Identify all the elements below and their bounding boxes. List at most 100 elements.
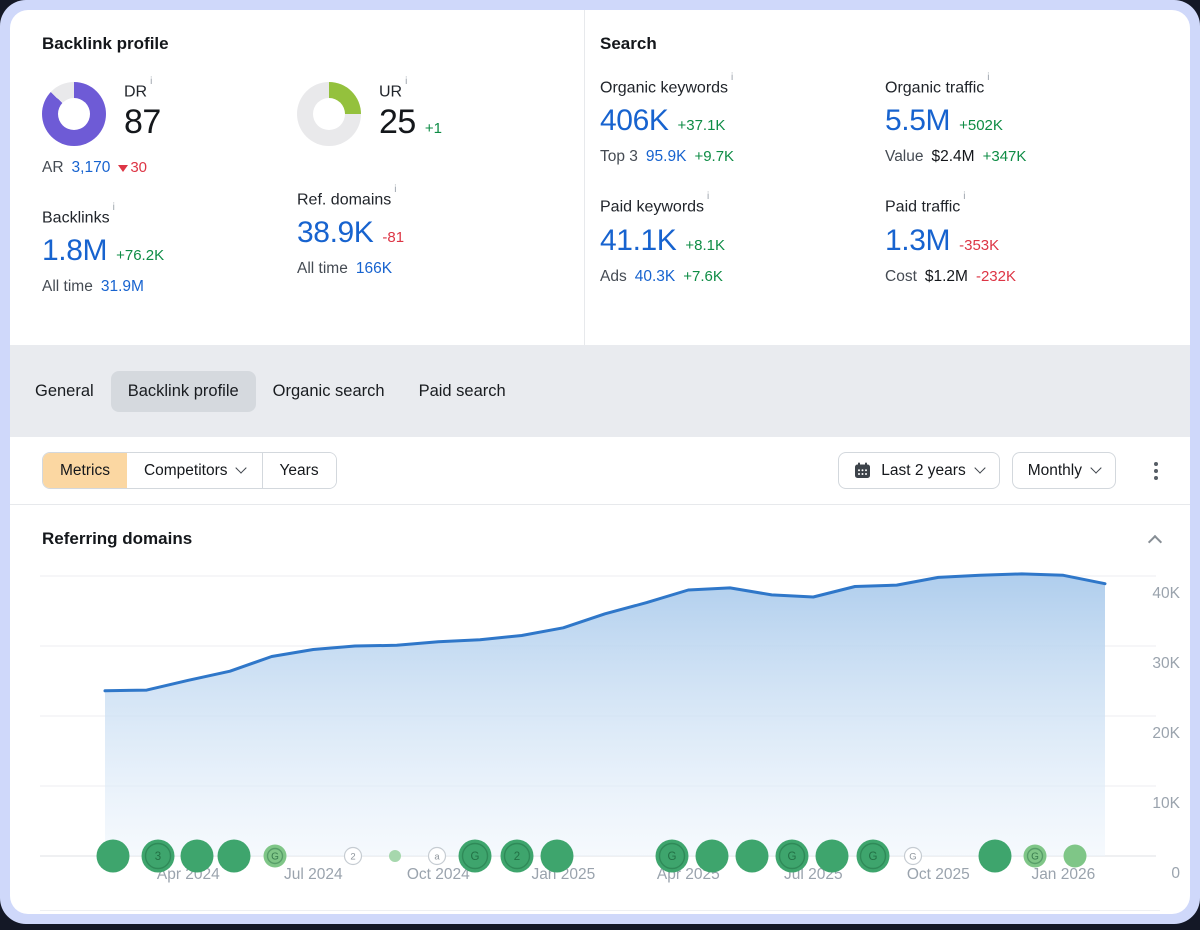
- page-frame: Backlink profile DRi 87 AR 3,170 30: [0, 0, 1200, 924]
- svg-text:Jan 2026: Jan 2026: [1031, 866, 1095, 883]
- svg-text:G: G: [788, 851, 797, 863]
- organic-traffic-stat: Organic traffici 5.5M +502K Value $2.4M …: [885, 78, 1190, 166]
- svg-text:G: G: [1031, 852, 1039, 863]
- svg-text:20K: 20K: [1152, 725, 1180, 742]
- search-section: Search Organic keywordsi 406K +37.1K Top…: [585, 10, 1190, 345]
- paid-keywords-delta: +8.1K: [685, 237, 725, 254]
- ref-domains-value-link[interactable]: 38.9K: [297, 216, 373, 250]
- ads-delta: +7.6K: [683, 268, 723, 285]
- info-icon: i: [987, 72, 989, 83]
- svg-text:G: G: [668, 851, 677, 863]
- tab-general[interactable]: General: [18, 371, 111, 412]
- top3-delta: +9.7K: [694, 148, 734, 165]
- svg-text:G: G: [869, 851, 878, 863]
- svg-text:Oct 2025: Oct 2025: [907, 866, 970, 883]
- backlinks-stat: Backlinksi 1.8M +76.2K All time 31.9M: [42, 208, 297, 296]
- paid-keywords-label: Paid keywordsi: [600, 197, 885, 216]
- view-segmented-control: Metrics Competitors Years: [42, 452, 337, 489]
- svg-text:3: 3: [155, 851, 161, 863]
- svg-text:10K: 10K: [1152, 795, 1180, 812]
- dr-donut: [42, 82, 106, 146]
- ur-delta: +1: [425, 120, 442, 137]
- backlinks-label: Backlinksi: [42, 208, 297, 227]
- backlink-profile-section: Backlink profile DRi 87 AR 3,170 30: [10, 10, 585, 345]
- chevron-down-icon: [1090, 462, 1101, 473]
- panel-divider: [40, 910, 1160, 911]
- ar-value-link[interactable]: 3,170: [72, 159, 111, 177]
- segment-metrics[interactable]: Metrics: [43, 453, 127, 488]
- ref-domains-stat: Ref. domainsi 38.9K -81 All time 166K: [297, 190, 584, 278]
- organic-traffic-delta: +502K: [959, 117, 1003, 134]
- backlinks-value-link[interactable]: 1.8M: [42, 234, 107, 268]
- ref-domains-alltime-label: All time: [297, 260, 348, 278]
- ar-delta: 30: [118, 159, 147, 176]
- organic-traffic-label: Organic traffici: [885, 78, 1190, 97]
- top3-value-link[interactable]: 95.9K: [646, 148, 687, 166]
- svg-text:2: 2: [350, 852, 355, 863]
- referring-domains-panel: Referring domains Apr 2024Jul 2024Oct 20…: [10, 505, 1190, 911]
- organic-traffic-value-link[interactable]: 5.5M: [885, 104, 950, 138]
- date-range-button[interactable]: Last 2 years: [838, 452, 999, 489]
- segment-years[interactable]: Years: [262, 453, 336, 488]
- info-icon: i: [707, 191, 709, 202]
- ur-value: 25: [379, 103, 416, 142]
- ads-label: Ads: [600, 268, 627, 286]
- traffic-value: $2.4M: [932, 148, 975, 166]
- ref-domains-label: Ref. domainsi: [297, 190, 584, 209]
- paid-traffic-delta: -353K: [959, 237, 999, 254]
- paid-traffic-value-link[interactable]: 1.3M: [885, 224, 950, 258]
- granularity-button[interactable]: Monthly: [1012, 452, 1116, 489]
- paid-keywords-value-link[interactable]: 41.1K: [600, 224, 676, 258]
- ads-value-link[interactable]: 40.3K: [635, 268, 676, 286]
- paid-traffic-stat: Paid traffici 1.3M -353K Cost $1.2M -232…: [885, 197, 1190, 285]
- backlinks-alltime-value-link[interactable]: 31.9M: [101, 278, 144, 296]
- backlinks-alltime-label: All time: [42, 278, 93, 296]
- svg-text:Oct 2024: Oct 2024: [407, 866, 470, 883]
- traffic-value-delta: +347K: [983, 148, 1027, 165]
- ar-row: AR 3,170 30: [42, 159, 297, 177]
- paid-traffic-label: Paid traffici: [885, 197, 1190, 216]
- section-title-search: Search: [600, 34, 1190, 54]
- chart-title: Referring domains: [42, 529, 192, 549]
- svg-text:Jul 2024: Jul 2024: [284, 866, 343, 883]
- dr-label: DRi: [124, 82, 161, 101]
- cost-delta: -232K: [976, 268, 1016, 285]
- overview-stats: Backlink profile DRi 87 AR 3,170 30: [10, 10, 1190, 345]
- info-icon: i: [405, 76, 407, 87]
- backlinks-delta: +76.2K: [116, 247, 164, 264]
- traffic-value-label: Value: [885, 148, 924, 166]
- info-icon: i: [113, 202, 115, 213]
- cost-label: Cost: [885, 268, 917, 286]
- svg-text:0: 0: [1171, 865, 1180, 882]
- chevron-down-icon: [235, 462, 246, 473]
- chevron-up-icon[interactable]: [1148, 535, 1162, 549]
- triangle-down-icon: [118, 165, 128, 172]
- ur-donut: [297, 82, 361, 146]
- kebab-menu-icon[interactable]: [1150, 458, 1162, 484]
- ref-domains-alltime-value-link[interactable]: 166K: [356, 260, 392, 278]
- cost-value: $1.2M: [925, 268, 968, 286]
- segment-competitors[interactable]: Competitors: [127, 453, 262, 488]
- svg-text:G: G: [271, 852, 279, 863]
- dr-value: 87: [124, 103, 161, 142]
- paid-keywords-stat: Paid keywordsi 41.1K +8.1K Ads 40.3K +7.…: [600, 197, 885, 285]
- referring-domains-chart[interactable]: Apr 2024Jul 2024Oct 2024Jan 2025Apr 2025…: [10, 549, 1190, 904]
- svg-text:2: 2: [514, 851, 520, 863]
- organic-keywords-label: Organic keywordsi: [600, 78, 885, 97]
- chart-toolbar: Metrics Competitors Years Last 2 years M…: [10, 437, 1190, 505]
- info-icon: i: [394, 184, 396, 195]
- ar-label: AR: [42, 159, 64, 177]
- organic-keywords-delta: +37.1K: [677, 117, 725, 134]
- calendar-icon: [854, 462, 871, 479]
- chevron-down-icon: [974, 462, 985, 473]
- ref-domains-delta: -81: [382, 229, 404, 246]
- tab-organic-search[interactable]: Organic search: [256, 371, 402, 412]
- info-icon: i: [731, 72, 733, 83]
- tab-paid-search[interactable]: Paid search: [402, 371, 523, 412]
- organic-keywords-value-link[interactable]: 406K: [600, 104, 668, 138]
- svg-text:G: G: [909, 852, 916, 863]
- svg-text:30K: 30K: [1152, 655, 1180, 672]
- organic-keywords-stat: Organic keywordsi 406K +37.1K Top 3 95.9…: [600, 78, 885, 166]
- section-title-backlink-profile: Backlink profile: [42, 34, 584, 54]
- tab-backlink-profile[interactable]: Backlink profile: [111, 371, 256, 412]
